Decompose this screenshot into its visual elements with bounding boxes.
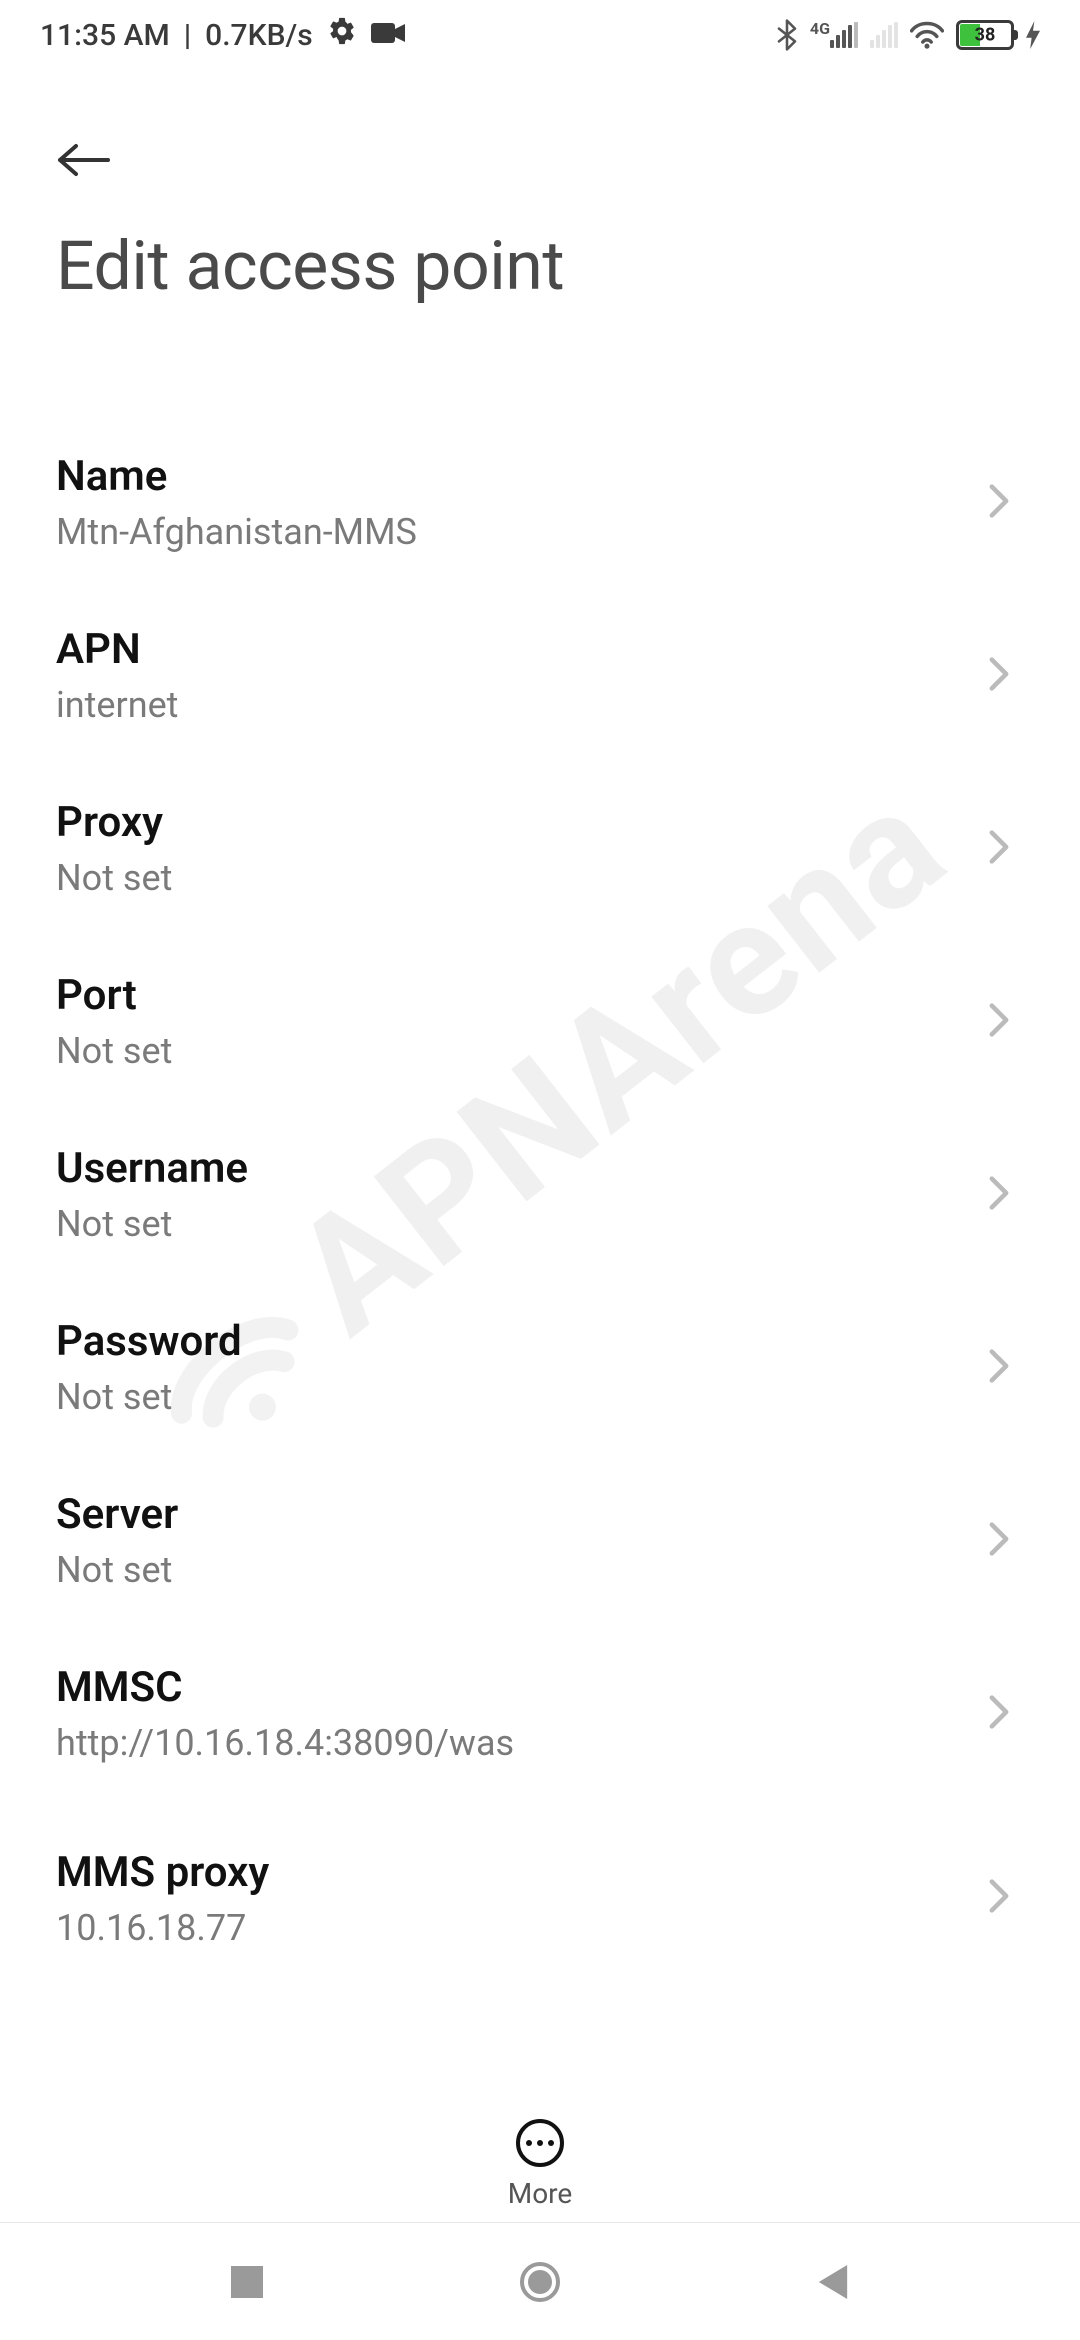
- row-label: APN: [56, 625, 968, 674]
- nav-back-button[interactable]: [811, 2260, 855, 2304]
- chevron-right-icon: [988, 829, 1010, 869]
- row-proxy[interactable]: Proxy Not set: [0, 762, 1080, 935]
- triangle-left-icon: [818, 2265, 848, 2299]
- nav-recents-button[interactable]: [225, 2260, 269, 2304]
- nav-home-button[interactable]: [518, 2260, 562, 2304]
- chevron-right-icon: [988, 1348, 1010, 1388]
- row-label: Password: [56, 1317, 968, 1366]
- chevron-right-icon: [988, 656, 1010, 696]
- row-server[interactable]: Server Not set: [0, 1454, 1080, 1627]
- bluetooth-icon: [776, 19, 798, 51]
- row-label: Port: [56, 971, 968, 1020]
- row-value: Not set: [56, 1030, 968, 1072]
- row-username[interactable]: Username Not set: [0, 1108, 1080, 1281]
- row-value: internet: [56, 684, 968, 726]
- circle-icon: [518, 2260, 562, 2304]
- signal-icon-sim2: [870, 22, 898, 48]
- settings-list: Name Mtn-Afghanistan-MMS APN internet Pr…: [0, 326, 1080, 1960]
- settings-icon: [327, 16, 357, 54]
- navigation-bar: [0, 2222, 1080, 2340]
- row-mmsc[interactable]: MMSC http://10.16.18.4:38090/was: [0, 1627, 1080, 1800]
- row-mms-proxy[interactable]: MMS proxy 10.16.18.77: [0, 1800, 1080, 1960]
- row-label: Server: [56, 1490, 968, 1539]
- row-label: MMSC: [56, 1663, 968, 1712]
- row-value: 10.16.18.77: [56, 1907, 968, 1949]
- row-value: Not set: [56, 1376, 968, 1418]
- wifi-icon: [910, 21, 944, 49]
- more-label: More: [508, 2177, 573, 2210]
- chevron-right-icon: [988, 483, 1010, 523]
- chevron-right-icon: [988, 1694, 1010, 1734]
- row-label: Username: [56, 1144, 968, 1193]
- status-bar: 11:35 AM | 0.7KB/s 4G 38: [0, 0, 1080, 70]
- row-apn[interactable]: APN internet: [0, 589, 1080, 762]
- chevron-right-icon: [988, 1521, 1010, 1561]
- row-label: MMS proxy: [56, 1848, 968, 1897]
- chevron-right-icon: [988, 1175, 1010, 1215]
- row-name[interactable]: Name Mtn-Afghanistan-MMS: [0, 416, 1080, 589]
- camera-icon: [371, 18, 405, 53]
- status-network-speed: 0.7KB/s: [205, 18, 312, 53]
- row-password[interactable]: Password Not set: [0, 1281, 1080, 1454]
- chevron-right-icon: [988, 1878, 1010, 1918]
- back-button[interactable]: [56, 130, 116, 190]
- row-label: Name: [56, 452, 968, 501]
- chevron-right-icon: [988, 1002, 1010, 1042]
- row-value: Not set: [56, 1203, 968, 1245]
- row-value: Mtn-Afghanistan-MMS: [56, 511, 968, 553]
- page-title: Edit access point: [56, 226, 1024, 306]
- signal-icon-sim1: [830, 22, 858, 48]
- row-port[interactable]: Port Not set: [0, 935, 1080, 1108]
- charging-icon: [1026, 21, 1040, 49]
- row-value: http://10.16.18.4:38090/was: [56, 1722, 968, 1764]
- more-button[interactable]: More: [0, 2119, 1080, 2210]
- status-time: 11:35 AM: [40, 18, 170, 53]
- row-label: Proxy: [56, 798, 968, 847]
- arrow-left-icon: [56, 140, 112, 180]
- more-icon: [516, 2119, 564, 2167]
- square-icon: [231, 2266, 263, 2298]
- app-header: Edit access point: [0, 70, 1080, 326]
- battery-icon: 38: [956, 20, 1014, 50]
- row-value: Not set: [56, 857, 968, 899]
- network-type-label: 4G: [810, 19, 830, 38]
- row-value: Not set: [56, 1549, 968, 1591]
